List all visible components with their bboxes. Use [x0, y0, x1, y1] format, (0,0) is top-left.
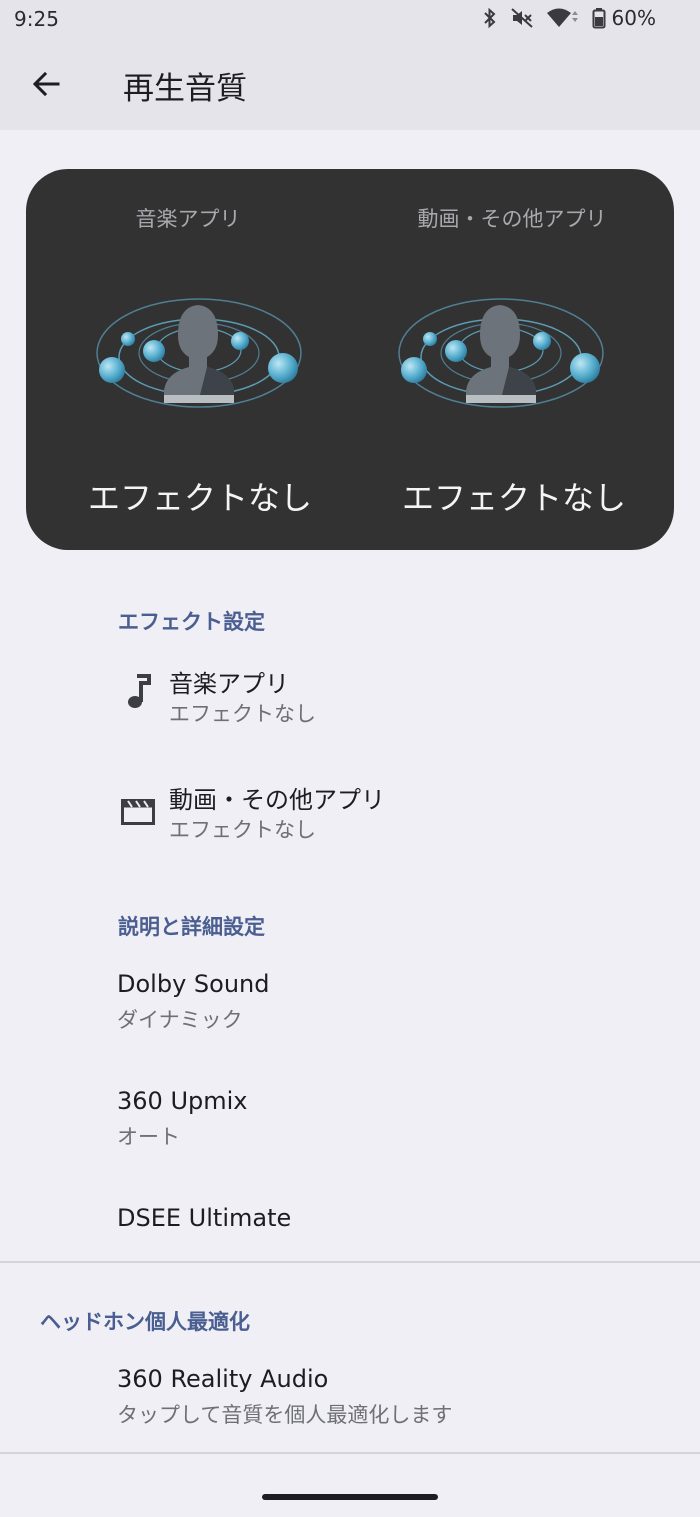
headphone-optimization-header: ヘッドホン個人最適化 — [40, 1310, 250, 1334]
upmix-title: 360 Upmix — [117, 1087, 248, 1115]
section-divider — [0, 1261, 700, 1263]
video-app-setting-title: 動画・その他アプリ — [169, 786, 385, 814]
music-note-icon — [118, 672, 158, 712]
bluetooth-icon — [483, 7, 496, 29]
wifi-icon — [546, 8, 578, 27]
back-button[interactable] — [22, 60, 70, 108]
details-header: 説明と詳細設定 — [118, 915, 265, 939]
video-panel-title: 動画・その他アプリ — [417, 207, 607, 231]
arrow-back-icon — [32, 71, 60, 97]
video-effect-value: エフェクトなし — [401, 479, 626, 517]
upmix-item[interactable]: 360 Upmix オート — [0, 1073, 700, 1183]
status-time: 9:25 — [14, 7, 59, 31]
reality-audio-item[interactable]: 360 Reality Audio タップして音質を個人最適化します — [0, 1351, 700, 1447]
status-icons: 60% — [482, 6, 656, 30]
reality-audio-subtitle: タップして音質を個人最適化します — [117, 1403, 453, 1427]
battery-icon — [592, 8, 606, 29]
video-effect-panel[interactable]: 動画・その他アプリ エフェクトなし — [350, 169, 674, 550]
app-bar: 再生音質 — [0, 38, 700, 130]
dolby-sound-value: ダイナミック — [117, 1008, 243, 1032]
spatial-audio-illustration — [96, 298, 302, 408]
video-app-setting-item[interactable]: 動画・その他アプリ エフェクトなし — [0, 766, 700, 876]
music-app-setting-title: 音楽アプリ — [169, 670, 289, 698]
clapperboard-icon — [118, 790, 158, 830]
spatial-audio-illustration — [398, 298, 604, 408]
page-title: 再生音質 — [123, 71, 247, 107]
effect-summary-card: 音楽アプリ エフェクトなし 動画・その他アプリ エフェクトなし — [26, 169, 674, 550]
music-app-setting-value: エフェクトなし — [169, 702, 316, 726]
dsee-ultimate-item[interactable]: DSEE Ultimate — [0, 1190, 700, 1260]
dolby-sound-title: Dolby Sound — [117, 970, 270, 998]
mute-icon — [510, 8, 533, 28]
section-divider — [0, 1452, 700, 1454]
battery-percentage: 60% — [611, 6, 656, 30]
music-panel-title: 音楽アプリ — [135, 207, 241, 231]
status-bar: 9:25 60% — [0, 0, 700, 38]
effect-settings-header: エフェクト設定 — [118, 610, 265, 634]
music-app-setting-item[interactable]: 音楽アプリ エフェクトなし — [0, 650, 700, 760]
dolby-sound-item[interactable]: Dolby Sound ダイナミック — [0, 956, 700, 1066]
video-app-setting-value: エフェクトなし — [169, 818, 316, 842]
upmix-value: オート — [117, 1125, 180, 1149]
music-effect-value: エフェクトなし — [87, 479, 312, 517]
gesture-nav-handle[interactable] — [262, 1494, 438, 1500]
reality-audio-title: 360 Reality Audio — [117, 1365, 329, 1393]
music-effect-panel[interactable]: 音楽アプリ エフェクトなし — [26, 169, 350, 550]
dsee-ultimate-title: DSEE Ultimate — [117, 1204, 292, 1232]
